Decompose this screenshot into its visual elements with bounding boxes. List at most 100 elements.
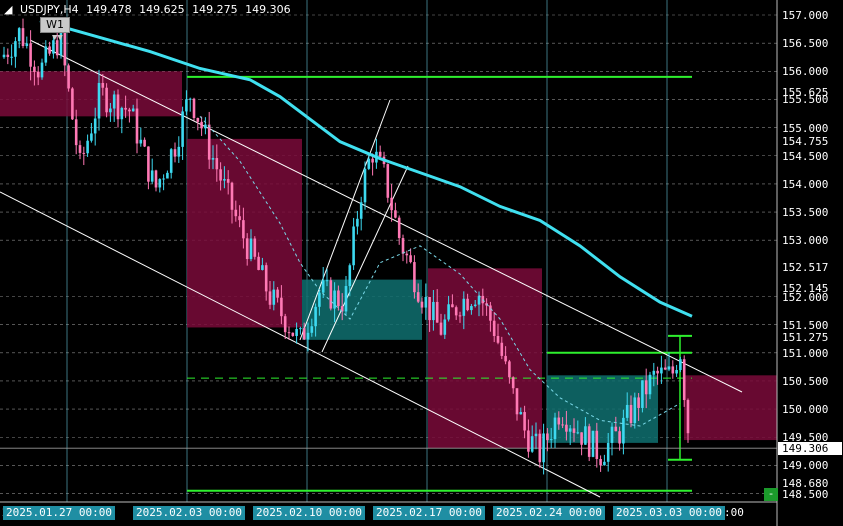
price-tick-label: 150.000 bbox=[782, 403, 829, 417]
price-tick-label: 156.500 bbox=[782, 37, 829, 51]
candle-body bbox=[272, 289, 276, 305]
candle-body bbox=[671, 366, 675, 374]
price-tick-label: 151.000 bbox=[782, 346, 829, 360]
candle-body bbox=[625, 404, 629, 418]
candle-body bbox=[424, 297, 428, 308]
candle-body bbox=[553, 417, 557, 440]
candle-body bbox=[63, 32, 67, 66]
candle-body bbox=[432, 301, 435, 321]
candle-body bbox=[496, 335, 500, 343]
candle-body bbox=[109, 108, 112, 113]
candle-body bbox=[162, 178, 165, 180]
candle-body bbox=[405, 253, 409, 256]
candle-body bbox=[223, 179, 226, 181]
candle-body bbox=[120, 107, 124, 120]
candle-body bbox=[306, 332, 310, 340]
candle-body bbox=[139, 139, 143, 144]
candle-body bbox=[188, 98, 192, 100]
candle-body bbox=[614, 426, 618, 432]
candle-body bbox=[534, 433, 538, 437]
candle-body bbox=[112, 94, 116, 109]
candle-body bbox=[101, 82, 105, 88]
price-zone bbox=[684, 375, 777, 441]
low-price: 149.275 bbox=[192, 3, 238, 16]
price-tick-label: 156.000 bbox=[782, 65, 829, 79]
symbol-name: USDJPY,H4 bbox=[19, 3, 79, 16]
minimize-button[interactable]: - bbox=[764, 488, 778, 501]
candle-body bbox=[283, 316, 287, 333]
candle-body bbox=[508, 361, 511, 378]
candle-body bbox=[264, 265, 268, 292]
candle-body bbox=[546, 433, 549, 441]
time-label: 2025.02.17 00:00 bbox=[373, 506, 485, 520]
candle-body bbox=[234, 209, 238, 217]
candle-body bbox=[371, 158, 374, 163]
candle-body bbox=[226, 179, 230, 183]
candle-body bbox=[500, 342, 504, 356]
candle-body bbox=[325, 280, 329, 282]
candle-body bbox=[71, 88, 74, 120]
candle-body bbox=[135, 108, 139, 144]
candle-body bbox=[428, 297, 431, 321]
candle-body bbox=[291, 332, 295, 336]
price-tick-label: 149.000 bbox=[782, 459, 829, 473]
candle-body bbox=[648, 374, 652, 395]
candle-body bbox=[310, 326, 314, 333]
candle-body bbox=[413, 262, 416, 293]
candle-body bbox=[629, 404, 633, 424]
candle-body bbox=[359, 202, 363, 219]
candle-body bbox=[652, 370, 656, 375]
candle-body bbox=[299, 328, 302, 330]
price-tick-label: 155.000 bbox=[782, 121, 829, 135]
price-chart-canvas[interactable] bbox=[0, 0, 843, 526]
candle-body bbox=[268, 291, 272, 305]
candle-body bbox=[606, 442, 610, 462]
price-tick-label: 154.500 bbox=[782, 149, 829, 163]
close-price: 149.306 bbox=[245, 3, 291, 16]
candle-body bbox=[348, 265, 352, 287]
candle-body bbox=[318, 292, 321, 307]
price-tick-label: 151.500 bbox=[782, 318, 829, 332]
candle-body bbox=[557, 417, 561, 425]
candle-body bbox=[663, 367, 667, 370]
candle-body bbox=[219, 169, 222, 181]
candle-body bbox=[17, 28, 21, 42]
candle-body bbox=[302, 328, 306, 340]
candle-body bbox=[249, 238, 253, 260]
candle-body bbox=[549, 439, 553, 441]
candle-body bbox=[409, 255, 412, 263]
candle-body bbox=[386, 164, 390, 198]
candle-body bbox=[230, 182, 234, 210]
candle-body bbox=[238, 216, 241, 221]
candle-body bbox=[287, 332, 291, 334]
time-label: 2025.01.27 00:00 bbox=[3, 506, 115, 520]
candle-body bbox=[451, 304, 454, 308]
price-tick-label: 153.000 bbox=[782, 234, 829, 248]
candle-body bbox=[97, 82, 101, 119]
chart-menu-icon[interactable]: ◢ bbox=[4, 3, 12, 16]
candle-body bbox=[44, 46, 48, 63]
timeframe-button[interactable]: W1 bbox=[40, 17, 70, 33]
candle-body bbox=[523, 412, 526, 431]
candle-body bbox=[622, 417, 625, 444]
candle-body bbox=[124, 107, 127, 110]
candle-body bbox=[603, 461, 606, 466]
candle-body bbox=[82, 152, 86, 154]
candle-body bbox=[86, 140, 89, 154]
current-price-label: 149.306 bbox=[778, 442, 842, 456]
candle-body bbox=[584, 426, 587, 445]
candle-body bbox=[200, 121, 203, 129]
candle-body bbox=[169, 149, 173, 173]
candle-body bbox=[10, 56, 13, 58]
candle-body bbox=[74, 119, 78, 146]
candle-body bbox=[675, 370, 678, 374]
candle-body bbox=[211, 158, 215, 160]
candle-body bbox=[154, 170, 158, 188]
price-tick-label: 155.500 bbox=[782, 93, 829, 107]
candle-body bbox=[29, 43, 32, 67]
candle-body bbox=[105, 87, 108, 113]
time-label: 2025.02.24 00:00 bbox=[493, 506, 605, 520]
candle-body bbox=[2, 54, 6, 58]
candle-body bbox=[147, 146, 150, 182]
candle-body bbox=[21, 28, 25, 47]
